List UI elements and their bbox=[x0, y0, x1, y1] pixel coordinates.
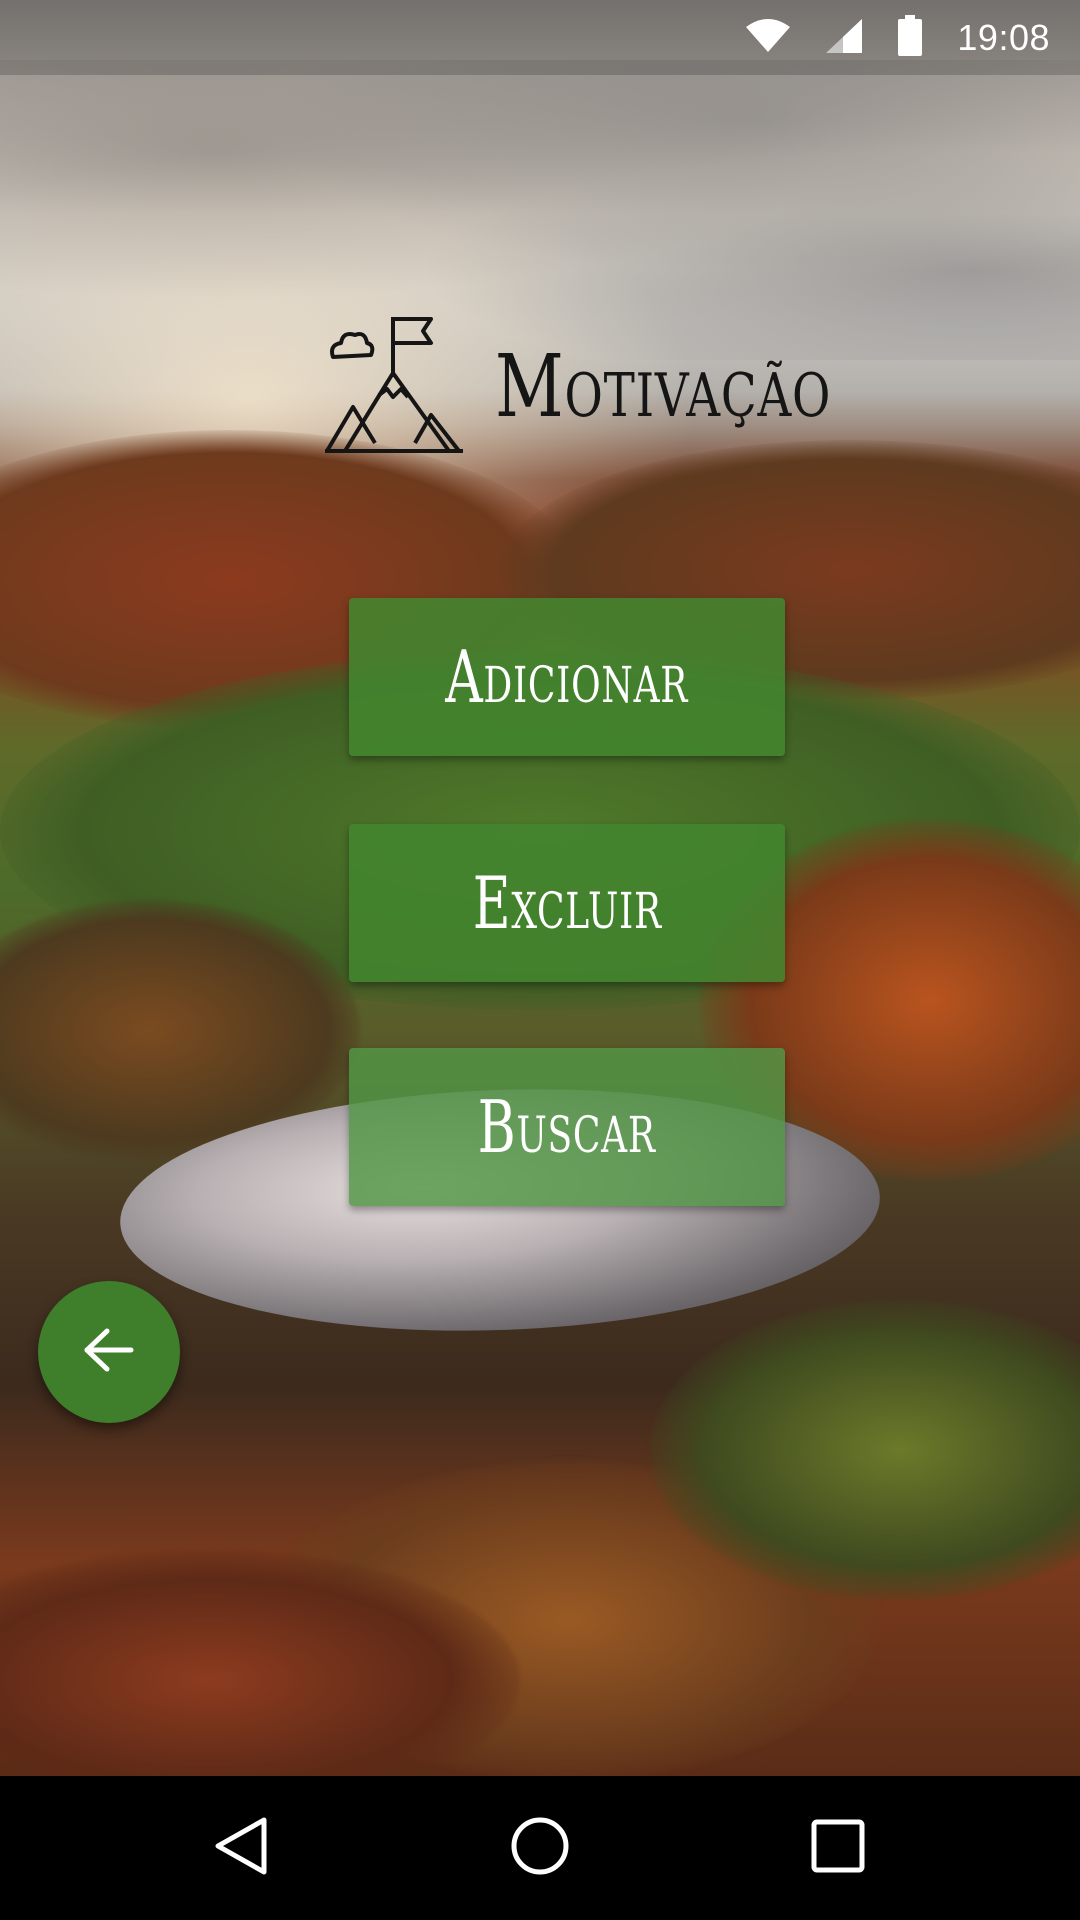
status-bar: 19:08 bbox=[0, 0, 1080, 75]
back-fab-button[interactable] bbox=[38, 1281, 180, 1423]
delete-button[interactable]: Excluir bbox=[349, 824, 785, 982]
search-button[interactable]: Buscar bbox=[349, 1048, 785, 1206]
wifi-icon bbox=[745, 18, 791, 57]
search-button-label: Buscar bbox=[477, 1085, 657, 1169]
delete-button-label: Excluir bbox=[472, 861, 662, 945]
battery-icon bbox=[897, 14, 923, 61]
recents-square-icon bbox=[811, 1819, 865, 1877]
mountain-flag-icon bbox=[325, 315, 465, 459]
status-time: 19:08 bbox=[957, 16, 1050, 58]
app-title: Motivação bbox=[495, 337, 832, 437]
back-triangle-icon bbox=[212, 1816, 268, 1880]
nav-home-button[interactable] bbox=[470, 1776, 610, 1920]
nav-recents-button[interactable] bbox=[768, 1776, 908, 1920]
app-screen: 19:08 Motivação Adicionar Excluir Buscar bbox=[0, 0, 1080, 1920]
add-button-label: Adicionar bbox=[445, 635, 689, 719]
navigation-bar bbox=[0, 1776, 1080, 1920]
cell-signal-icon bbox=[825, 18, 863, 58]
app-logo: Motivação bbox=[325, 315, 926, 459]
arrow-left-icon bbox=[83, 1327, 135, 1377]
nav-back-button[interactable] bbox=[170, 1776, 310, 1920]
home-circle-icon bbox=[510, 1816, 570, 1880]
add-button[interactable]: Adicionar bbox=[349, 598, 785, 756]
